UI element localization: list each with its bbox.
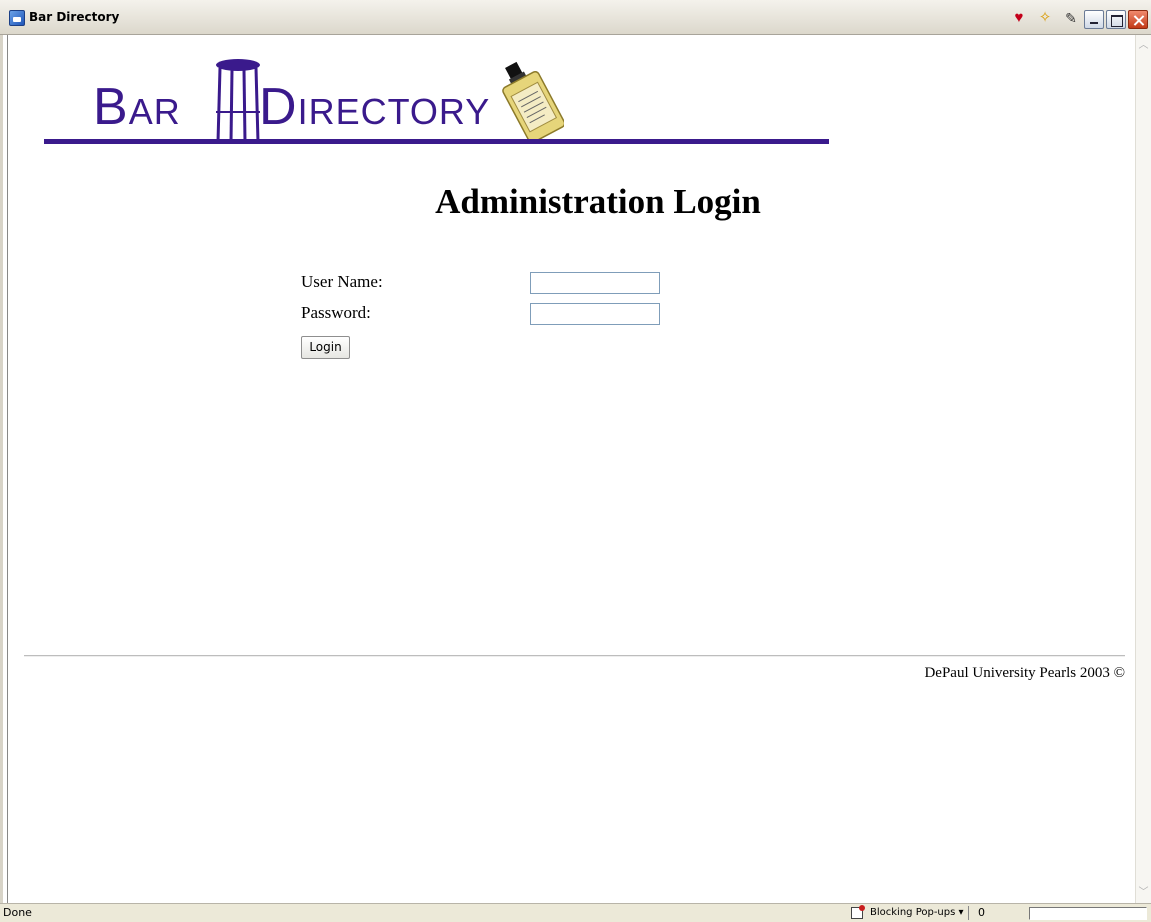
popup-blocker-icon[interactable] bbox=[851, 905, 865, 919]
bar-directory-logo: BAR DIRECTORY bbox=[44, 55, 829, 151]
window-controls bbox=[1084, 10, 1148, 29]
logo-word-directory: DIRECTORY bbox=[259, 77, 490, 137]
scroll-up-arrow-icon[interactable]: ︿ bbox=[1136, 37, 1151, 54]
footer-copyright: DePaul University Pearls 2003 © bbox=[924, 665, 1125, 681]
heart-icon[interactable]: ♥ bbox=[1009, 9, 1029, 27]
status-bar: Done Blocking Pop-ups ▾ 0 bbox=[0, 903, 1151, 922]
username-input[interactable] bbox=[530, 272, 660, 294]
window-left-border bbox=[0, 35, 8, 903]
status-text: Done bbox=[3, 906, 32, 919]
logo-underline bbox=[44, 139, 829, 144]
popup-blocker-menu[interactable]: Blocking Pop-ups ▾ bbox=[870, 907, 964, 918]
login-button[interactable]: Login bbox=[301, 336, 350, 359]
notepad-icon[interactable]: ✎ bbox=[1061, 9, 1081, 27]
close-button[interactable] bbox=[1128, 10, 1148, 29]
window-title: Bar Directory bbox=[29, 10, 120, 24]
window-titlebar[interactable]: Bar Directory ♥ ✧ ✎ bbox=[0, 0, 1151, 35]
logo-bar-initial: B bbox=[93, 78, 129, 136]
browser-app-icon bbox=[9, 10, 25, 26]
logo-dir-initial: D bbox=[259, 78, 298, 136]
minimize-button[interactable] bbox=[1084, 10, 1104, 29]
status-separator bbox=[968, 906, 969, 920]
scroll-down-arrow-icon[interactable]: ﹀ bbox=[1136, 884, 1151, 901]
logo-dir-rest: IRECTORY bbox=[297, 91, 491, 132]
username-label: User Name: bbox=[301, 272, 383, 291]
logo-word-bar: BAR bbox=[93, 77, 181, 137]
page-title: Administration Login bbox=[435, 182, 761, 221]
popup-blocked-count: 0 bbox=[978, 906, 985, 919]
bar-stool-icon bbox=[216, 59, 260, 143]
password-input[interactable] bbox=[530, 303, 660, 325]
password-label: Password: bbox=[301, 303, 371, 322]
titlebar-toolbar: ♥ ✧ ✎ bbox=[1009, 9, 1081, 27]
maximize-button[interactable] bbox=[1106, 10, 1126, 29]
logo-bar-rest: AR bbox=[128, 91, 181, 132]
sparkle-icon[interactable]: ✧ bbox=[1035, 9, 1055, 27]
liquor-bottle-icon bbox=[502, 61, 564, 142]
vertical-scrollbar[interactable]: ︿ ﹀ bbox=[1135, 35, 1151, 903]
progress-bar bbox=[1029, 907, 1147, 920]
footer-divider bbox=[24, 655, 1125, 657]
